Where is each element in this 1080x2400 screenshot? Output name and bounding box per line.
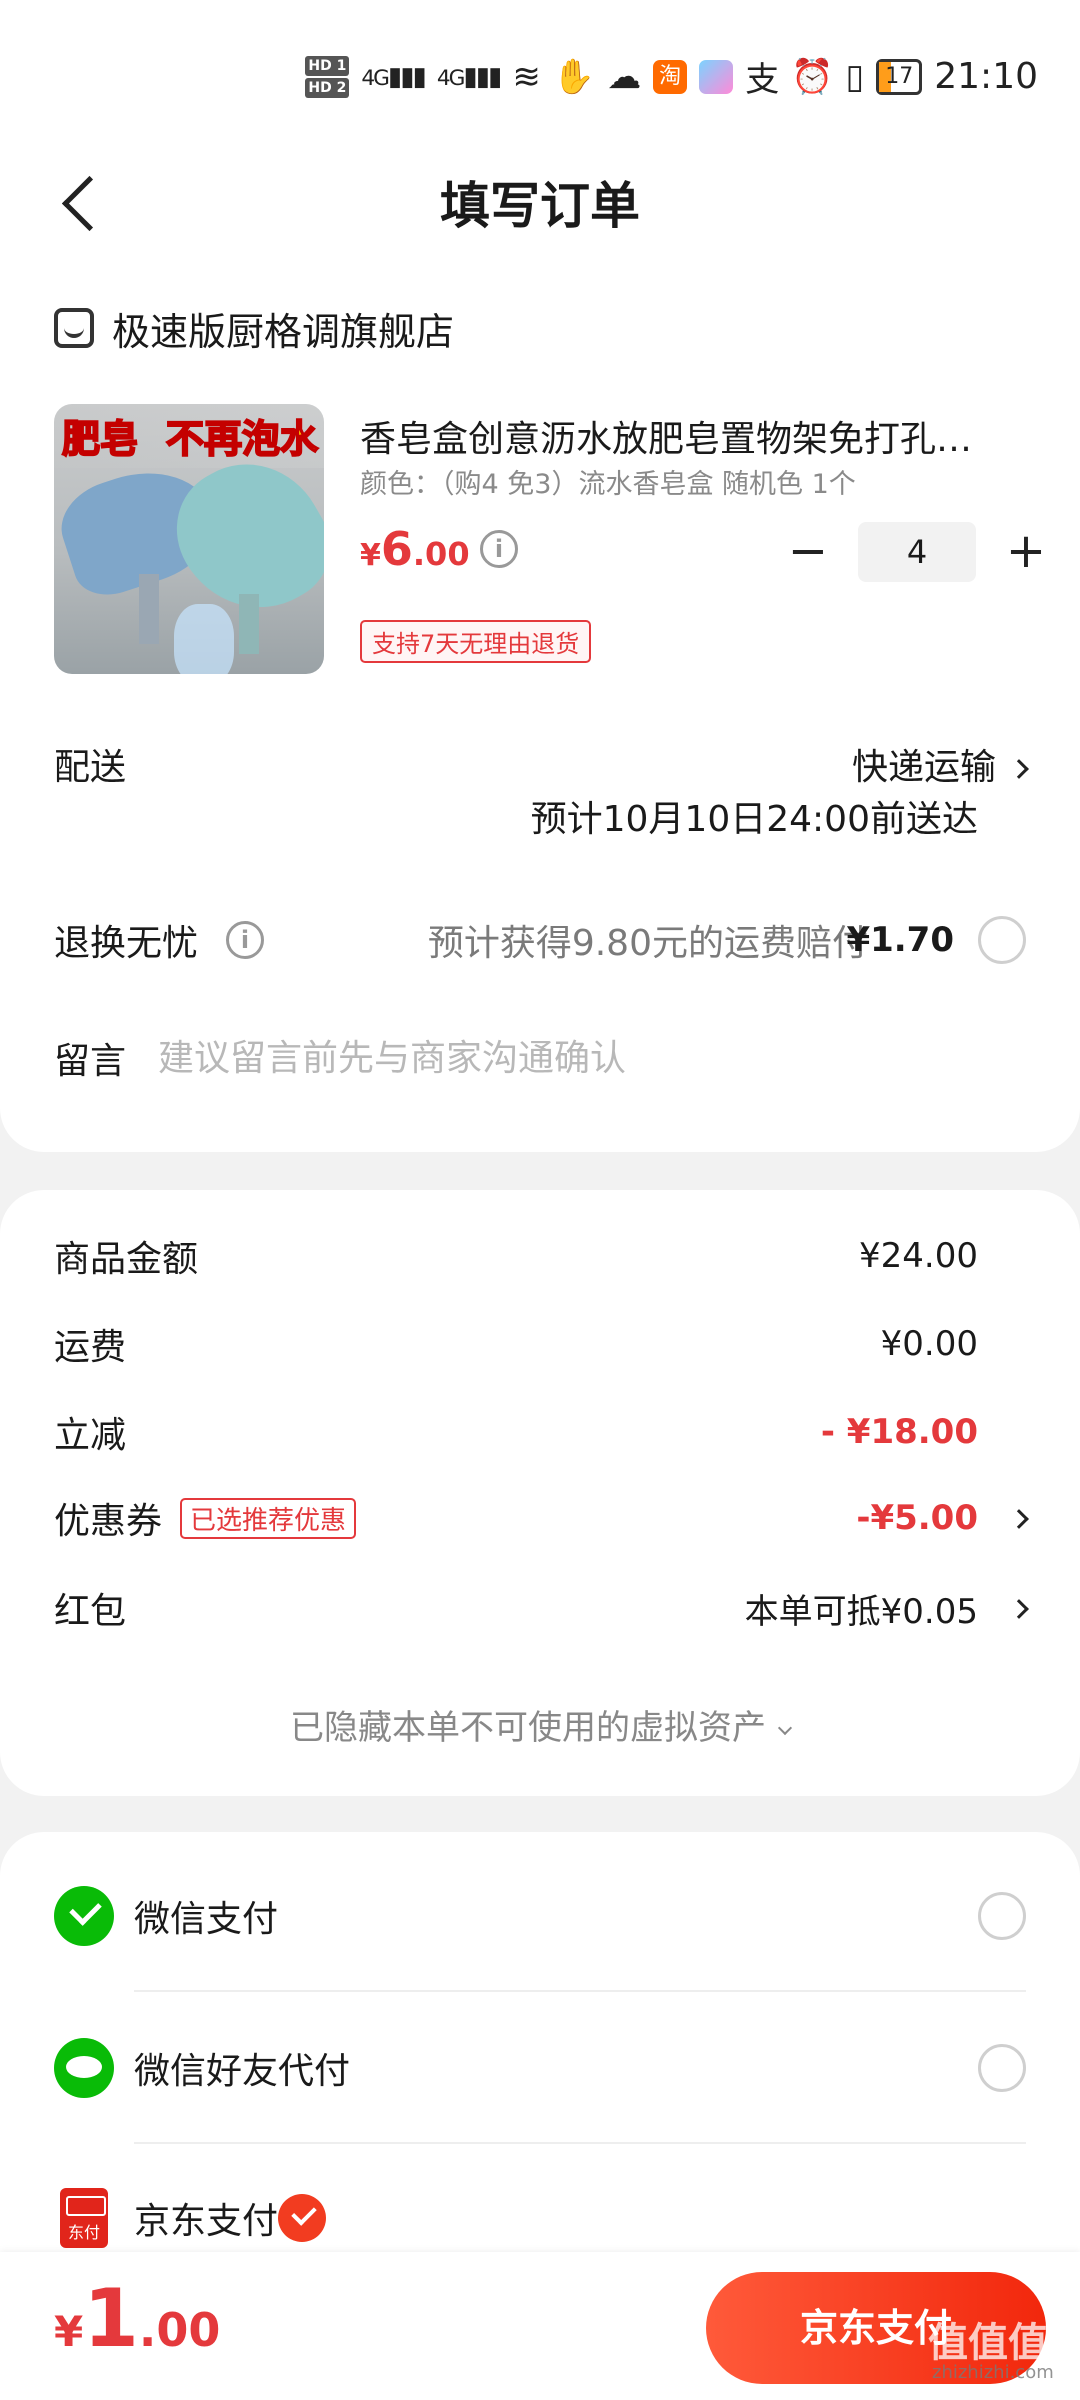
chevron-right-icon: [1009, 759, 1029, 779]
chevron-right-icon: [1009, 1599, 1029, 1619]
signal-icon-2: 4G▮▮▮: [436, 61, 502, 92]
battery-icon: 17: [876, 58, 923, 95]
hd2-label: HD 2: [305, 77, 350, 98]
product-image-text-1: 肥皂: [61, 416, 139, 462]
product-title[interactable]: 香皂盒创意沥水放肥皂置物架免打孔…: [360, 410, 1030, 462]
wechat-pay-radio[interactable]: [978, 1892, 1026, 1940]
colorful-app-icon: [699, 59, 734, 94]
divider: [134, 2142, 1026, 2144]
wechat-friend-pay-icon: [54, 2038, 114, 2098]
return-insurance-radio[interactable]: [978, 916, 1026, 964]
wechat-pay-icon: [54, 1886, 114, 1946]
page-title: 填写订单: [440, 177, 640, 235]
hd-indicator: HD 1 HD 2: [305, 55, 350, 99]
hidden-assets-toggle[interactable]: 已隐藏本单不可使用的虚拟资产: [0, 1700, 1080, 1749]
payment-option-wechat-friend[interactable]: 微信好友代付: [54, 2018, 1026, 2118]
return-insurance-row: 退换无忧 i 预计获得9.80元的运费赔付 ¥1.70: [54, 900, 1026, 980]
product-price: ¥6.00: [360, 522, 470, 576]
product-image-text-2: 不再泡水: [165, 416, 319, 462]
hand-icon: ✋: [552, 56, 596, 97]
shop-icon: [54, 308, 94, 348]
return-insurance-label: 退换无忧: [54, 923, 199, 964]
discount-value: - ¥18.00: [820, 1412, 978, 1452]
coupon-value: -¥5.00: [856, 1498, 978, 1538]
plus-button[interactable]: +: [998, 524, 1054, 580]
order-card: 极速版厨格调旗舰店 肥皂 不再泡水 香皂盒创意沥水放肥皂置物架免打孔… 颜色：（…: [0, 260, 1080, 1152]
signal-icon-1: 4G▮▮▮: [361, 61, 426, 92]
return-insurance-price: ¥1.70: [846, 920, 954, 960]
return-insurance-desc: 预计获得9.80元的运费赔付: [427, 923, 868, 964]
quantity-stepper: − 4 +: [780, 522, 1054, 582]
alipay-status-icon: 支: [745, 60, 780, 100]
goods-amount-label: 商品金额: [54, 1239, 199, 1280]
payment-methods-card: 微信支付 微信好友代付 东付 京东支付: [0, 1832, 1080, 2252]
payment-option-wechat[interactable]: 微信支付: [54, 1866, 1026, 1966]
return-policy-badge: 支持7天无理由退货: [360, 620, 592, 663]
watermark-logo: 值值值: [928, 2320, 1048, 2366]
checkout-bar: ¥1.00 京东支付: [0, 2252, 1080, 2400]
price-summary-card: 商品金额 ¥24.00 运费 ¥0.00 立减 - ¥18.00 优惠券 已选推…: [0, 1190, 1080, 1796]
watermark-url: zhizhizhi.com: [932, 2362, 1054, 2383]
taobao-icon: 淘: [653, 59, 688, 94]
alarm-icon: ⏰: [791, 56, 834, 97]
delivery-row[interactable]: 配送 快递运输 预计10月10日24:00前送达: [54, 738, 1029, 848]
red-packet-row[interactable]: 红包 本单可抵¥0.05: [54, 1578, 1029, 1638]
wechat-status-icon: ☁: [607, 56, 642, 97]
divider: [134, 1990, 1026, 1992]
wechat-friend-pay-radio[interactable]: [978, 2044, 1026, 2092]
chevron-right-icon: [1009, 1509, 1029, 1529]
jd-pay-icon: 东付: [60, 2188, 108, 2248]
freight-label: 运费: [54, 1327, 127, 1368]
message-label: 留言: [54, 1041, 127, 1082]
delivery-eta: 预计10月10日24:00前送达: [530, 799, 978, 840]
red-packet-label: 红包: [54, 1591, 127, 1632]
hd1-label: HD 1: [305, 55, 350, 76]
payment-option-label: 京东支付: [134, 2201, 279, 2242]
status-bar: HD 1 HD 2 4G▮▮▮ 4G▮▮▮ ≋ ✋ ☁ 淘 支 ⏰ ▯ 17 2…: [0, 0, 1080, 150]
discount-row: 立减 - ¥18.00: [54, 1402, 1026, 1462]
status-icons: HD 1 HD 2 4G▮▮▮ 4G▮▮▮ ≋ ✋ ☁ 淘 支 ⏰ ▯ 17 2…: [305, 52, 1038, 101]
wifi-icon: ≋: [512, 56, 541, 97]
coupon-badge: 已选推荐优惠: [180, 1497, 357, 1539]
red-packet-value: 本单可抵¥0.05: [744, 1591, 978, 1632]
freight-value: ¥0.00: [880, 1324, 978, 1364]
shop-name: 极速版厨格调旗舰店: [112, 309, 455, 354]
total-price: ¥1.00: [54, 2272, 221, 2365]
minus-button[interactable]: −: [780, 524, 836, 580]
shop-row[interactable]: 极速版厨格调旗舰店: [54, 298, 454, 358]
nav-bar: 填写订单: [0, 150, 1080, 260]
product-image[interactable]: 肥皂 不再泡水: [54, 404, 324, 674]
coupon-row[interactable]: 优惠券 已选推荐优惠 -¥5.00: [54, 1488, 1029, 1548]
discount-label: 立减: [54, 1415, 127, 1456]
goods-amount-value: ¥24.00: [859, 1236, 978, 1276]
payment-option-label: 微信好友代付: [134, 2051, 351, 2092]
price-info-icon[interactable]: i: [480, 530, 518, 568]
jd-pay-radio-checked[interactable]: [278, 2194, 327, 2242]
vibrate-icon: ▯: [845, 56, 865, 97]
clock: 21:10: [934, 56, 1038, 97]
coupon-label: 优惠券: [54, 1501, 163, 1542]
delivery-method: 快递运输: [852, 738, 1029, 790]
quantity-value[interactable]: 4: [858, 522, 976, 582]
return-insurance-info-icon[interactable]: i: [226, 921, 265, 959]
freight-row: 运费 ¥0.00: [54, 1314, 1026, 1374]
goods-amount-row: 商品金额 ¥24.00: [54, 1226, 1026, 1286]
chevron-down-icon: [777, 1720, 793, 1736]
message-input[interactable]: [158, 1037, 859, 1079]
payment-option-label: 微信支付: [134, 1899, 279, 1940]
message-row: 留言: [54, 1018, 1026, 1098]
delivery-label: 配送: [54, 747, 127, 788]
product-spec: 颜色：（购4 免3）流水香皂盒 随机色 1个: [360, 469, 856, 500]
